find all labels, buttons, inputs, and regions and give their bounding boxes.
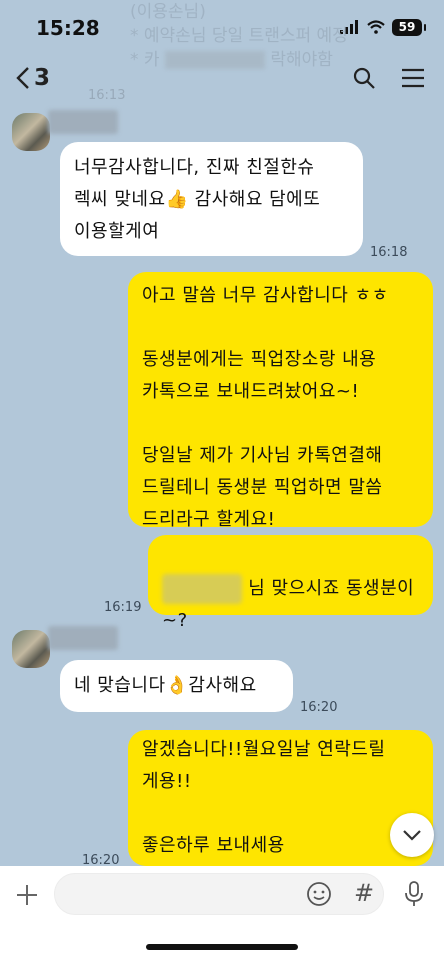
message-bubble-outgoing[interactable]: 알겠습니다!!월요일날 연락드릴 게용!! 좋은하루 보내세용: [128, 730, 433, 866]
chevron-down-icon: [403, 830, 421, 841]
message-input[interactable]: [54, 873, 384, 915]
microphone-icon[interactable]: [402, 880, 426, 908]
notice-line1: (이용손님): [130, 2, 206, 22]
emoji-icon[interactable]: [306, 881, 332, 907]
scroll-down-button[interactable]: [390, 813, 434, 857]
message-bubble-outgoing[interactable]: 아고 말씀 너무 감사합니다 ㅎㅎ 동생분에게는 픽업장소랑 내용 카톡으로 보…: [128, 272, 433, 530]
home-indicator: [146, 944, 298, 950]
message-bubble-outgoing[interactable]: 님 맞으시죠 동생분이 ~?: [148, 535, 433, 631]
unread-count: 3: [34, 65, 51, 91]
redacted-name: [162, 574, 242, 604]
plus-icon[interactable]: [14, 882, 40, 908]
sender-name: [48, 110, 118, 134]
avatar[interactable]: [12, 630, 50, 668]
status-time: 15:28: [36, 16, 100, 40]
battery-icon: 59: [392, 18, 426, 36]
message-bubble-incoming[interactable]: 네 맞습니다👌감사해요: [60, 660, 293, 712]
notice-line2: * 예약손님 당일 트랜스퍼 예정: [130, 26, 348, 46]
hashtag-search-icon[interactable]: #: [354, 879, 374, 907]
search-icon[interactable]: [352, 66, 376, 90]
sender-name: [48, 626, 118, 650]
message-time: 16:19: [104, 600, 142, 615]
message-bubble-incoming[interactable]: 너무감사합니다, 진짜 친절한슈 렉씨 맞네요👍 감사해요 담에또 이용할게여: [60, 142, 363, 256]
chat-header: 3: [0, 52, 444, 102]
avatar[interactable]: [12, 113, 50, 151]
message-time: 16:18: [370, 245, 408, 260]
back-button[interactable]: 3: [16, 62, 56, 94]
chevron-left-icon: [16, 67, 29, 89]
message-time: 16:20: [300, 700, 338, 715]
menu-icon[interactable]: [400, 66, 426, 90]
